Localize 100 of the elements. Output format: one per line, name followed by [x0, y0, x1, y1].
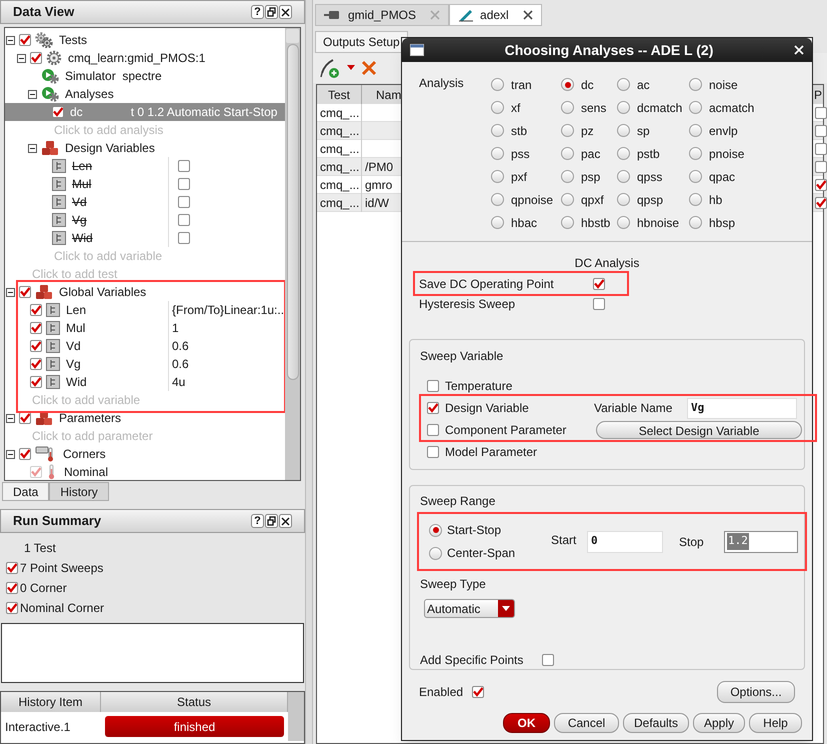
checkbox-label[interactable]: Model Parameter [445, 443, 538, 461]
radio-label[interactable]: hbac [511, 214, 538, 232]
tree-label[interactable]: Wid [66, 373, 87, 391]
checkbox[interactable] [30, 52, 42, 64]
checkbox-label[interactable]: Component Parameter [445, 421, 566, 439]
select-button[interactable]: Select Design Variable [596, 421, 802, 439]
radio-button[interactable] [689, 78, 702, 91]
editor-tab[interactable]: gmid_PMOS [315, 4, 450, 26]
checkbox[interactable] [178, 160, 190, 172]
column-header[interactable]: Status [101, 692, 288, 712]
collapse-toggle[interactable] [6, 288, 15, 296]
radio-button[interactable] [617, 193, 630, 206]
checkbox[interactable] [178, 178, 190, 190]
checkbox[interactable] [19, 286, 31, 298]
close-icon[interactable] [279, 514, 292, 528]
radio-button[interactable] [617, 170, 630, 183]
checkbox[interactable] [30, 304, 42, 316]
setup-tab[interactable]: Outputs Setup [315, 31, 408, 53]
tree-label[interactable]: Design Variables [65, 139, 155, 157]
radio-button[interactable] [617, 101, 630, 114]
radio-label[interactable]: pac [581, 144, 600, 162]
radio-button[interactable] [617, 216, 630, 229]
radio-label[interactable]: pss [511, 144, 530, 162]
radio-button[interactable] [689, 170, 702, 183]
checkbox-label[interactable]: Design Variable [445, 399, 529, 417]
collapse-toggle[interactable] [6, 36, 15, 44]
radio-label[interactable]: ac [637, 76, 650, 94]
radio-label[interactable]: tran [511, 76, 532, 94]
checkbox[interactable] [815, 142, 827, 154]
radio-label[interactable]: Start-Stop [447, 521, 502, 540]
checkbox-label[interactable]: Temperature [445, 377, 512, 395]
checkbox[interactable] [19, 448, 31, 460]
radio-label[interactable]: dc [581, 76, 594, 94]
dialog-button[interactable]: Cancel [554, 713, 619, 733]
tree-label[interactable]: Len [72, 157, 92, 175]
radio-label[interactable]: noise [709, 76, 738, 94]
radio-label[interactable]: dcmatch [637, 98, 682, 116]
checkbox[interactable] [427, 402, 439, 414]
radio-button[interactable] [491, 170, 504, 183]
tree-label[interactable]: cmq_learn:gmid_PMOS:1 [68, 49, 206, 67]
radio-button[interactable] [689, 147, 702, 160]
radio-button[interactable] [617, 124, 630, 137]
checkbox[interactable] [815, 106, 827, 118]
radio-button[interactable] [491, 147, 504, 160]
help-button[interactable]: ? [251, 5, 264, 19]
tree-label[interactable]: Tests [59, 31, 88, 49]
radio-button[interactable] [491, 78, 504, 91]
tree-label[interactable]: Parameters [59, 409, 122, 427]
delete-icon[interactable] [361, 60, 377, 76]
checkbox[interactable] [815, 196, 827, 208]
radio-label[interactable]: sens [581, 98, 606, 116]
radio-label[interactable]: pnoise [709, 144, 744, 162]
probe-add-icon[interactable] [319, 57, 341, 79]
checkbox[interactable] [593, 298, 605, 310]
input-field[interactable]: 0 [587, 530, 663, 553]
radio-button[interactable] [561, 170, 574, 183]
tree-label[interactable]: Analyses [65, 85, 114, 103]
radio-button[interactable] [491, 193, 504, 206]
radio-label[interactable]: qpsp [637, 190, 664, 208]
dialog-button[interactable]: Defaults [623, 713, 689, 733]
checkbox[interactable] [178, 232, 190, 244]
radio-button[interactable] [561, 147, 574, 160]
radio-button[interactable] [561, 216, 574, 229]
collapse-toggle[interactable] [28, 144, 37, 152]
radio-label[interactable]: pstb [637, 144, 660, 162]
tree-label[interactable]: Vg [72, 211, 87, 229]
collapse-toggle[interactable] [28, 90, 37, 98]
dialog-button[interactable]: Apply [693, 713, 745, 733]
panel-tab[interactable]: History [49, 482, 109, 501]
checkbox[interactable] [815, 178, 827, 190]
history-item[interactable]: Interactive.1 [1, 718, 101, 736]
dropdown[interactable]: Automatic [424, 599, 515, 618]
radio-button[interactable] [689, 193, 702, 206]
checkbox[interactable] [593, 278, 605, 290]
options-button[interactable]: Options... [717, 681, 795, 703]
radio-label[interactable]: hbsp [709, 214, 736, 232]
checkbox[interactable] [178, 214, 190, 226]
radio-button[interactable] [689, 101, 702, 114]
tree-label[interactable]: Mul [72, 175, 92, 193]
radio-button[interactable] [491, 124, 504, 137]
column-header[interactable]: Test [317, 85, 362, 104]
tree-label[interactable]: Simulator spectre [65, 67, 162, 85]
dialog-button[interactable]: Help [749, 713, 802, 733]
collapse-toggle[interactable] [6, 450, 15, 458]
radio-label[interactable]: envlp [709, 122, 738, 140]
radio-label[interactable]: psp [581, 168, 600, 186]
checkbox[interactable] [178, 196, 190, 208]
checkbox[interactable] [30, 358, 42, 370]
checkbox[interactable] [815, 124, 827, 136]
radio-button[interactable] [491, 216, 504, 229]
scrollbar[interactable] [288, 712, 304, 741]
checkbox[interactable] [427, 380, 439, 392]
radio-label[interactable]: qpac [709, 168, 736, 186]
tree-label[interactable]: Global Variables [59, 283, 146, 301]
checkbox[interactable] [52, 106, 64, 118]
radio-label[interactable]: hb [709, 190, 722, 208]
checkbox[interactable] [30, 340, 42, 352]
radio-button[interactable] [491, 101, 504, 114]
panel-tab[interactable]: Data [2, 482, 50, 501]
radio-label[interactable]: qpss [637, 168, 662, 186]
